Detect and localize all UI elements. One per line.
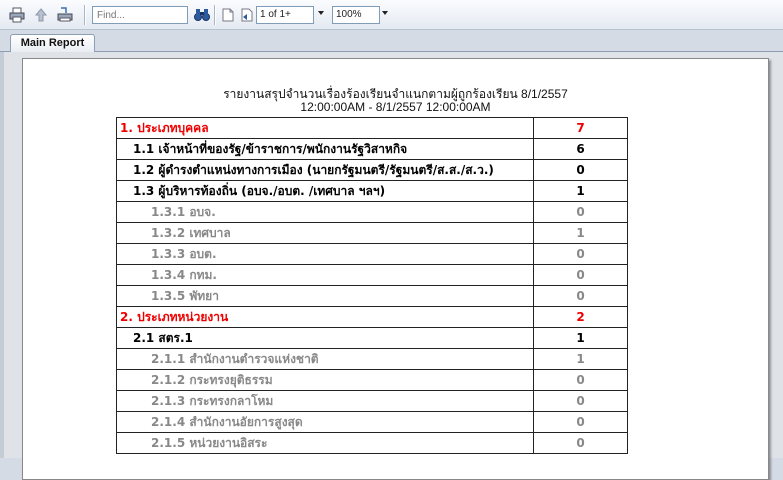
- row-count: 0: [533, 411, 628, 433]
- row-label: 1.3.1 อบจ.: [116, 201, 534, 223]
- report-title: รายงานสรุปจำนวนเรื่องร้องเรียนจำแนกตามผู…: [23, 88, 768, 114]
- row-label: 1.3.2 เทศบาล: [116, 222, 534, 244]
- table-row: 2.1.1 สำนักงานตำรวจแห่งชาติ 1: [116, 348, 628, 370]
- table-row: 2.1.5 หน่วยงานอิสระ 0: [116, 432, 628, 454]
- page-dropdown-arrow-icon[interactable]: [318, 11, 324, 15]
- toolbar-separator: [84, 5, 86, 25]
- row-label: 2.1.4 สำนักงานอัยการสูงสุด: [116, 411, 534, 433]
- table-row: 2.1.3 กระทรงกลาโหม 0: [116, 390, 628, 412]
- table-row: 1.3.3 อบต. 0: [116, 243, 628, 265]
- row-label: 2.1 สตร.1: [116, 327, 534, 349]
- row-count: 1: [533, 222, 628, 244]
- row-label: 1. ประเภทบุคคล: [116, 117, 534, 139]
- export-icon[interactable]: [56, 6, 74, 24]
- first-page-icon[interactable]: [219, 6, 237, 24]
- table-row: 1.3.1 อบจ. 0: [116, 201, 628, 223]
- row-count: 0: [533, 201, 628, 223]
- row-count: 0: [533, 369, 628, 391]
- table-row: 1.3.4 กทม. 0: [116, 264, 628, 286]
- row-label: 1.3.5 พัทยา: [116, 285, 534, 307]
- zoom-dropdown-arrow-icon[interactable]: [382, 11, 388, 15]
- previous-page-icon[interactable]: [237, 6, 255, 24]
- row-count: 7: [533, 117, 628, 139]
- table-row: 1.1 เจ้าหน้าที่ของรัฐ/ข้าราชการ/พนักงานร…: [116, 138, 628, 160]
- tab-main-report[interactable]: Main Report: [10, 34, 95, 53]
- row-count: 0: [533, 264, 628, 286]
- row-count: 0: [533, 432, 628, 454]
- table-row: 1.3 ผู้บริหารท้องถิ่น (อบจ./อบต. /เทศบาล…: [116, 180, 628, 202]
- print-icon[interactable]: [8, 6, 26, 24]
- row-label: 1.2 ผู้ดำรงตำแหน่งทางการเมือง (นายกรัฐมน…: [116, 159, 534, 181]
- row-count: 0: [533, 159, 628, 181]
- row-count: 1: [533, 327, 628, 349]
- row-label: 2.1.2 กระทรงยุติธรรม: [116, 369, 534, 391]
- find-input[interactable]: [92, 6, 188, 24]
- table-row: 2.1.2 กระทรงยุติธรรม 0: [116, 369, 628, 391]
- row-count: 1: [533, 180, 628, 202]
- page-indicator[interactable]: 1 of 1+: [256, 6, 314, 24]
- row-count: 0: [533, 285, 628, 307]
- row-label: 2.1.1 สำนักงานตำรวจแห่งชาติ: [116, 348, 534, 370]
- report-page: รายงานสรุปจำนวนเรื่องร้องเรียนจำแนกตามผู…: [22, 58, 769, 480]
- table-row: 1.3.2 เทศบาล 1: [116, 222, 628, 244]
- row-label: 1.3 ผู้บริหารท้องถิ่น (อบจ./อบต. /เทศบาล…: [116, 180, 534, 202]
- row-count: 2: [533, 306, 628, 328]
- row-count: 0: [533, 390, 628, 412]
- table-row: 1.2 ผู้ดำรงตำแหน่งทางการเมือง (นายกรัฐมน…: [116, 159, 628, 181]
- report-title-line2: 12:00:00AM - 8/1/2557 12:00:00AM: [300, 100, 491, 114]
- tab-strip: Main Report: [0, 30, 783, 53]
- table-row: 2.1.4 สำนักงานอัยการสูงสุด 0: [116, 411, 628, 433]
- table-row: 2. ประเภทหน่วยงาน 2: [116, 306, 628, 328]
- report-table: 1. ประเภทบุคคล 7 1.1 เจ้าหน้าที่ของรัฐ/ข้า…: [116, 117, 628, 454]
- table-row: 2.1 สตร.1 1: [116, 327, 628, 349]
- zoom-select[interactable]: 100%: [332, 6, 380, 24]
- row-label: 1.3.4 กทม.: [116, 264, 534, 286]
- row-label: 2. ประเภทหน่วยงาน: [116, 306, 534, 328]
- vertical-scrollbar[interactable]: [773, 52, 783, 458]
- row-label: 2.1.5 หน่วยงานอิสระ: [116, 432, 534, 454]
- row-count: 0: [533, 243, 628, 265]
- row-count: 1: [533, 348, 628, 370]
- table-row: 1. ประเภทบุคคล 7: [116, 117, 628, 139]
- report-title-line1: รายงานสรุปจำนวนเรื่องร้องเรียนจำแนกตามผู…: [223, 87, 568, 101]
- export-up-icon[interactable]: [32, 6, 50, 24]
- toolbar: 1 of 1+ 100%: [0, 0, 783, 30]
- row-count: 6: [533, 138, 628, 160]
- table-row: 1.3.5 พัทยา 0: [116, 285, 628, 307]
- row-label: 1.1 เจ้าหน้าที่ของรัฐ/ข้าราชการ/พนักงานร…: [116, 138, 534, 160]
- binoculars-icon[interactable]: [193, 6, 211, 24]
- row-label: 1.3.3 อบต.: [116, 243, 534, 265]
- row-label: 2.1.3 กระทรงกลาโหม: [116, 390, 534, 412]
- toolbar-separator: [214, 5, 216, 25]
